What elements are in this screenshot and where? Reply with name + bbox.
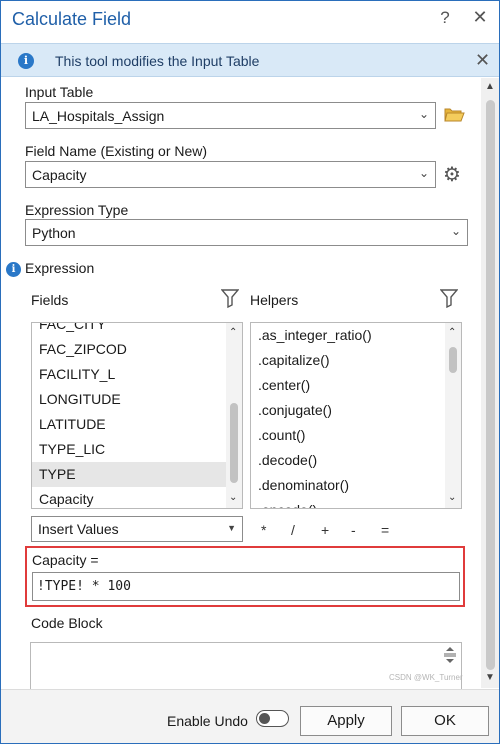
code-block-input[interactable] (30, 642, 462, 692)
equals-button[interactable]: = (381, 522, 389, 538)
input-table-dropdown[interactable]: LA_Hospitals_Assign ⌄ (25, 102, 436, 129)
scroll-up-icon[interactable]: ⌃ (229, 327, 237, 338)
resize-icon[interactable] (443, 646, 457, 667)
scroll-thumb[interactable] (486, 100, 495, 670)
panel-scrollbar[interactable]: ▲ ▼ (481, 78, 499, 688)
watermark: CSDN @WK_Turner (389, 673, 463, 682)
scroll-thumb[interactable] (449, 347, 457, 373)
list-item[interactable]: FAC_ZIPCOD (32, 337, 226, 362)
chevron-down-icon: ⌄ (418, 107, 429, 121)
caret-down-icon: ▼ (227, 523, 236, 533)
chevron-down-icon: ⌄ (450, 224, 461, 238)
window-title: Calculate Field (12, 9, 132, 29)
folder-open-icon[interactable] (444, 106, 465, 126)
list-item[interactable]: .center() (251, 373, 445, 398)
helpers-filter-icon[interactable] (439, 288, 459, 311)
fields-label: Fields (31, 292, 69, 308)
code-block-label: Code Block (31, 615, 103, 631)
fields-list[interactable]: FAC_CITY FAC_ZIPCOD FACILITY_L LONGITUDE LAT… (31, 322, 243, 509)
expression-label: Expression (25, 260, 95, 276)
ok-button[interactable]: OK (401, 706, 489, 736)
add-button[interactable]: + (321, 522, 329, 538)
title-bar: Calculate Field ? ✕ (1, 1, 499, 39)
fields-filter-icon[interactable] (220, 288, 240, 311)
divide-button[interactable]: / (291, 522, 295, 538)
field-name-label: Field Name (Existing or New) (25, 143, 208, 159)
expression-type-value: Python (32, 225, 76, 241)
chevron-down-icon: ⌄ (418, 166, 429, 180)
banner-message: This tool modifies the Input Table (55, 53, 260, 69)
fields-scrollbar[interactable]: ⌃ ⌄ (226, 323, 242, 508)
expression-type-dropdown[interactable]: Python ⌄ (25, 219, 468, 246)
scroll-down-icon[interactable]: ▼ (485, 672, 495, 683)
list-item[interactable]: Capacity (32, 487, 226, 508)
subtract-button[interactable]: - (351, 522, 356, 538)
info-icon[interactable]: i (6, 262, 21, 277)
scroll-down-icon[interactable]: ⌄ (448, 492, 456, 503)
banner-close-button[interactable]: ✕ (475, 50, 490, 71)
info-icon: i (18, 53, 34, 69)
apply-button[interactable]: Apply (300, 706, 392, 736)
input-table-value: LA_Hospitals_Assign (32, 108, 165, 124)
list-item[interactable]: .encode() (251, 498, 445, 508)
list-item[interactable]: .denominator() (251, 473, 445, 498)
calculate-field-window: Calculate Field ? ✕ i This tool modifies… (0, 0, 500, 744)
expression-highlight: Capacity = !TYPE! * 100 (25, 546, 465, 607)
list-item[interactable]: .decode() (251, 448, 445, 473)
insert-values-dropdown[interactable]: Insert Values ▼ (31, 516, 243, 542)
field-name-dropdown[interactable]: Capacity ⌄ (25, 161, 436, 188)
scroll-down-icon[interactable]: ⌄ (229, 492, 237, 503)
list-item[interactable]: LATITUDE (32, 412, 226, 437)
toggle-knob (259, 713, 270, 724)
multiply-button[interactable]: * (261, 522, 266, 538)
helpers-scrollbar[interactable]: ⌃ ⌄ (445, 323, 461, 508)
expression-input[interactable]: !TYPE! * 100 (32, 572, 460, 601)
list-item[interactable]: .count() (251, 423, 445, 448)
list-item[interactable]: FACILITY_L (32, 362, 226, 387)
close-button[interactable]: ✕ (471, 7, 489, 27)
help-button[interactable]: ? (437, 8, 453, 28)
list-item[interactable]: TYPE (32, 462, 226, 487)
helpers-label: Helpers (250, 292, 299, 308)
info-banner: i This tool modifies the Input Table ✕ (1, 43, 499, 77)
expression-type-label: Expression Type (25, 202, 129, 218)
parameters-panel: Input Table LA_Hospitals_Assign ⌄ Field … (1, 78, 481, 692)
enable-undo-label: Enable Undo (167, 713, 248, 729)
expression-target-label: Capacity = (32, 552, 99, 568)
scroll-up-icon[interactable]: ⌃ (448, 327, 456, 338)
input-table-label: Input Table (25, 84, 94, 100)
enable-undo-toggle[interactable] (256, 710, 289, 727)
field-name-value: Capacity (32, 167, 87, 183)
list-item[interactable]: TYPE_LIC (32, 437, 226, 462)
list-item[interactable]: .capitalize() (251, 348, 445, 373)
footer-bar: Enable Undo Apply OK (1, 689, 499, 743)
helpers-list[interactable]: .as_integer_ratio() .capitalize() .center(… (250, 322, 462, 509)
list-item[interactable]: .conjugate() (251, 398, 445, 423)
insert-values-label: Insert Values (38, 521, 119, 537)
gear-icon[interactable]: ⚙ (443, 162, 461, 187)
list-item[interactable]: LONGITUDE (32, 387, 226, 412)
list-item[interactable]: FAC_CITY (32, 323, 226, 337)
list-item[interactable]: .as_integer_ratio() (251, 323, 445, 348)
scroll-up-icon[interactable]: ▲ (485, 81, 495, 92)
scroll-thumb[interactable] (230, 403, 238, 483)
